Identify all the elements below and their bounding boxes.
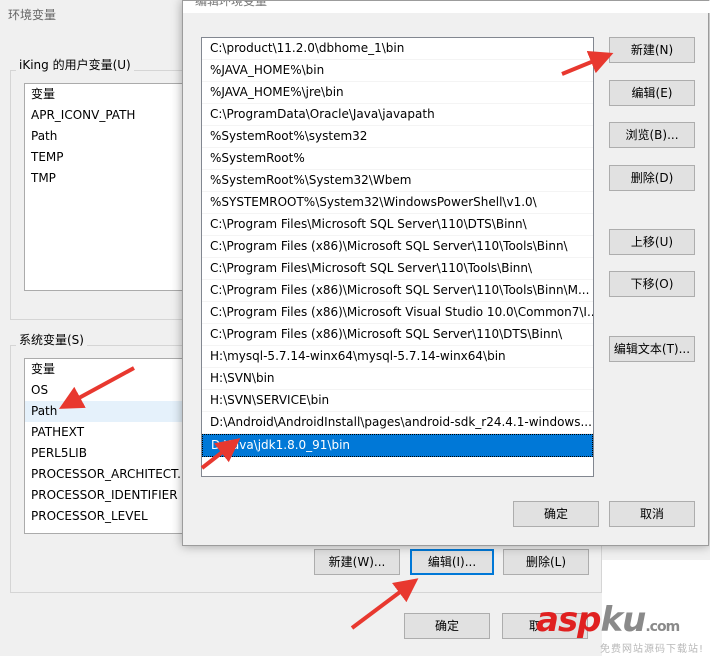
path-list-item[interactable]: %SystemRoot%\System32\Wbem bbox=[202, 170, 593, 192]
list-item[interactable]: Path bbox=[25, 126, 183, 147]
path-list-item[interactable]: D:\Android\AndroidInstall\pages\android-… bbox=[202, 412, 593, 434]
watermark-logo: aspku.com bbox=[536, 600, 680, 640]
path-list-item[interactable]: H:\SVN\SERVICE\bin bbox=[202, 390, 593, 412]
sys-new-button[interactable]: 新建(W)... bbox=[314, 549, 400, 575]
edit-env-dialog: 编辑环境变量 C:\product\11.2.0\dbhome_1\bin %JA… bbox=[182, 0, 710, 546]
sys-delete-button[interactable]: 删除(L) bbox=[503, 549, 589, 575]
new-button[interactable]: 新建(N) bbox=[609, 37, 695, 63]
path-list-item[interactable]: C:\Program Files (x86)\Microsoft SQL Ser… bbox=[202, 236, 593, 258]
path-list-item[interactable]: H:\SVN\bin bbox=[202, 368, 593, 390]
move-down-button[interactable]: 下移(O) bbox=[609, 271, 695, 297]
browse-button[interactable]: 浏览(B)... bbox=[609, 122, 695, 148]
path-list-item[interactable]: C:\Program Files (x86)\Microsoft SQL Ser… bbox=[202, 280, 593, 302]
path-list-item[interactable]: H:\mysql-5.7.14-winx64\mysql-5.7.14-winx… bbox=[202, 346, 593, 368]
user-vars-header[interactable]: 变量 bbox=[25, 84, 183, 105]
list-item-selected[interactable]: Path bbox=[25, 401, 183, 422]
edit-dialog-title: 编辑环境变量 bbox=[195, 1, 268, 8]
list-item[interactable]: PATHEXT bbox=[25, 422, 183, 443]
path-list-item[interactable]: %JAVA_HOME%\jre\bin bbox=[202, 82, 593, 104]
list-item[interactable]: PROCESSOR_IDENTIFIER bbox=[25, 485, 183, 506]
edit-text-button[interactable]: 编辑文本(T)... bbox=[609, 336, 695, 362]
path-list-item[interactable]: C:\Program Files (x86)\Microsoft SQL Ser… bbox=[202, 324, 593, 346]
sys-edit-button[interactable]: 编辑(I)... bbox=[410, 549, 494, 575]
env-window-title: 环境变量 bbox=[8, 8, 57, 22]
path-list-item[interactable]: %SystemRoot%\system32 bbox=[202, 126, 593, 148]
list-item[interactable]: OS bbox=[25, 380, 183, 401]
user-vars-group-label: iKing 的用户变量(U) bbox=[16, 56, 134, 73]
dialog-cancel-button[interactable]: 取消 bbox=[609, 501, 695, 527]
user-vars-list[interactable]: 变量 APR_ICONV_PATH Path TEMP TMP bbox=[24, 83, 184, 291]
sys-vars-list[interactable]: 变量 OS Path PATHEXT PERL5LIB PROCESSOR_AR… bbox=[24, 358, 184, 534]
delete-button[interactable]: 删除(D) bbox=[609, 165, 695, 191]
watermark-subtitle: 免费网站源码下载站! bbox=[600, 644, 705, 655]
sys-vars-group-label: 系统变量(S) bbox=[16, 331, 87, 348]
list-item[interactable]: PERL5LIB bbox=[25, 443, 183, 464]
path-list[interactable]: C:\product\11.2.0\dbhome_1\bin %JAVA_HOME… bbox=[201, 37, 594, 477]
list-item[interactable]: TEMP bbox=[25, 147, 183, 168]
list-item[interactable]: PROCESSOR_LEVEL bbox=[25, 506, 183, 527]
sys-vars-header[interactable]: 变量 bbox=[25, 359, 183, 380]
env-ok-button[interactable]: 确定 bbox=[404, 613, 490, 639]
edit-dialog-titlebar[interactable]: 编辑环境变量 bbox=[183, 1, 710, 13]
path-list-item[interactable]: C:\ProgramData\Oracle\Java\javapath bbox=[202, 104, 593, 126]
list-item[interactable]: PROCESSOR_ARCHITECT... bbox=[25, 464, 183, 485]
path-list-item[interactable]: %SystemRoot% bbox=[202, 148, 593, 170]
edit-button[interactable]: 编辑(E) bbox=[609, 80, 695, 106]
path-list-item[interactable]: C:\Program Files (x86)\Microsoft Visual … bbox=[202, 302, 593, 324]
path-list-item[interactable]: C:\Program Files\Microsoft SQL Server\11… bbox=[202, 214, 593, 236]
dialog-ok-button[interactable]: 确定 bbox=[513, 501, 599, 527]
path-list-item[interactable]: %JAVA_HOME%\bin bbox=[202, 60, 593, 82]
path-list-item-selected[interactable]: D:\Java\jdk1.8.0_91\bin bbox=[202, 434, 593, 457]
move-up-button[interactable]: 上移(U) bbox=[609, 229, 695, 255]
list-item[interactable]: APR_ICONV_PATH bbox=[25, 105, 183, 126]
path-list-item[interactable]: C:\product\11.2.0\dbhome_1\bin bbox=[202, 38, 593, 60]
list-item[interactable]: TMP bbox=[25, 168, 183, 189]
path-list-item[interactable]: C:\Program Files\Microsoft SQL Server\11… bbox=[202, 258, 593, 280]
path-list-item[interactable]: %SYSTEMROOT%\System32\WindowsPowerShell\… bbox=[202, 192, 593, 214]
